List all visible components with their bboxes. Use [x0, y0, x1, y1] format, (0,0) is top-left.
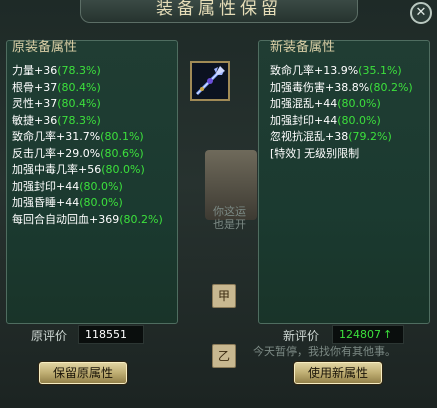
attribute-percent: (80.0%) — [79, 179, 123, 193]
attribute-row: 加强昏睡+44(80.0%) — [12, 195, 163, 212]
attribute-text: 反击几率+29.0% — [12, 146, 101, 160]
special-effect-row: [特效] 无级别限制 — [270, 146, 413, 163]
attribute-text: 力量+36 — [12, 64, 58, 77]
attribute-text: 每回合自动回血+369 — [12, 212, 120, 226]
attribute-text: 敏捷+36 — [12, 113, 58, 127]
attribute-row: 加强中毒几率+56(80.0%) — [12, 162, 163, 179]
weapon-trident-icon[interactable] — [190, 61, 230, 101]
attribute-percent: (80.0%) — [337, 97, 381, 110]
attribute-text: 致命几率+31.7% — [12, 130, 101, 143]
attribute-row: 加强封印+44(80.0%) — [270, 113, 413, 130]
attribute-row: 每回合自动回血+369(80.2%) — [12, 212, 163, 229]
new-score-value: 124807 ↑ — [332, 325, 404, 344]
attribute-text: 根骨+37 — [12, 80, 58, 94]
attribute-text: 加强封印+44 — [12, 179, 80, 193]
attribute-text: 加强毒伤害+38.8% — [270, 80, 370, 94]
attribute-percent: (78.3%) — [57, 113, 101, 127]
new-score-number: 124807 — [339, 328, 381, 341]
attribute-percent: (80.4%) — [57, 97, 101, 110]
attribute-row: 灵性+37(80.4%) — [12, 96, 163, 113]
attribute-percent: (80.1%) — [100, 130, 144, 143]
attribute-text: 致命几率+13.9% — [270, 64, 359, 77]
attribute-text: 灵性+37 — [12, 97, 58, 110]
equipment-attribute-dialog: 装备属性保留 ✕ 原装备属性 新装备属性 力量+36(78.3%) 根骨+37(… — [0, 0, 437, 408]
attribute-percent: (78.3%) — [57, 64, 101, 77]
dialog-title: 装备属性保留 — [80, 0, 358, 23]
attribute-text: 加强昏睡+44 — [12, 196, 80, 209]
attribute-row: 致命几率+13.9%(35.1%) — [270, 63, 413, 80]
attribute-percent: (80.2%) — [369, 80, 413, 94]
attribute-row: 加强混乱+44(80.0%) — [270, 96, 413, 113]
new-attribute-list: 致命几率+13.9%(35.1%) 加强毒伤害+38.8%(80.2%) 加强混… — [270, 63, 413, 162]
attribute-row: 忽视抗混乱+38(79.2%) — [270, 129, 413, 146]
attribute-percent: (79.2%) — [348, 130, 392, 143]
original-heading: 原装备属性 — [12, 40, 78, 55]
attribute-percent: (80.0%) — [79, 196, 123, 209]
arrow-up-icon: ↑ — [383, 328, 393, 341]
use-new-attributes-button[interactable]: 使用新属性 — [293, 361, 383, 385]
attribute-row: 致命几率+31.7%(80.1%) — [12, 129, 163, 146]
attribute-percent: (80.0%) — [101, 163, 145, 176]
attribute-percent: (35.1%) — [358, 64, 402, 77]
attribute-text: 加强中毒几率+56 — [12, 163, 102, 176]
attribute-percent: (80.2%) — [119, 212, 163, 226]
attribute-row: 反击几率+29.0%(80.6%) — [12, 146, 163, 163]
attribute-row: 力量+36(78.3%) — [12, 63, 163, 80]
new-heading: 新装备属性 — [270, 40, 336, 55]
attribute-text: 加强封印+44 — [270, 113, 338, 127]
special-effect-text: [特效] 无级别限制 — [270, 146, 360, 160]
attribute-text: 忽视抗混乱+38 — [270, 130, 349, 143]
attribute-percent: (80.6%) — [100, 146, 144, 160]
attribute-row: 加强封印+44(80.0%) — [12, 179, 163, 196]
original-attribute-list: 力量+36(78.3%) 根骨+37(80.4%) 灵性+37(80.4%) 敏… — [12, 63, 163, 228]
attribute-row: 敏捷+36(78.3%) — [12, 113, 163, 130]
attribute-row: 根骨+37(80.4%) — [12, 80, 163, 97]
keep-original-attributes-button[interactable]: 保留原属性 — [38, 361, 128, 385]
new-score-label: 新评价 — [283, 329, 320, 343]
original-score-label: 原评价 — [31, 329, 68, 343]
original-score-number: 118551 — [85, 328, 127, 341]
attribute-percent: (80.0%) — [337, 113, 381, 127]
original-score-value: 118551 — [78, 325, 144, 344]
attribute-percent: (80.4%) — [57, 80, 101, 94]
attribute-text: 加强混乱+44 — [270, 97, 338, 110]
close-icon[interactable]: ✕ — [410, 2, 432, 24]
attribute-row: 加强毒伤害+38.8%(80.2%) — [270, 80, 413, 97]
